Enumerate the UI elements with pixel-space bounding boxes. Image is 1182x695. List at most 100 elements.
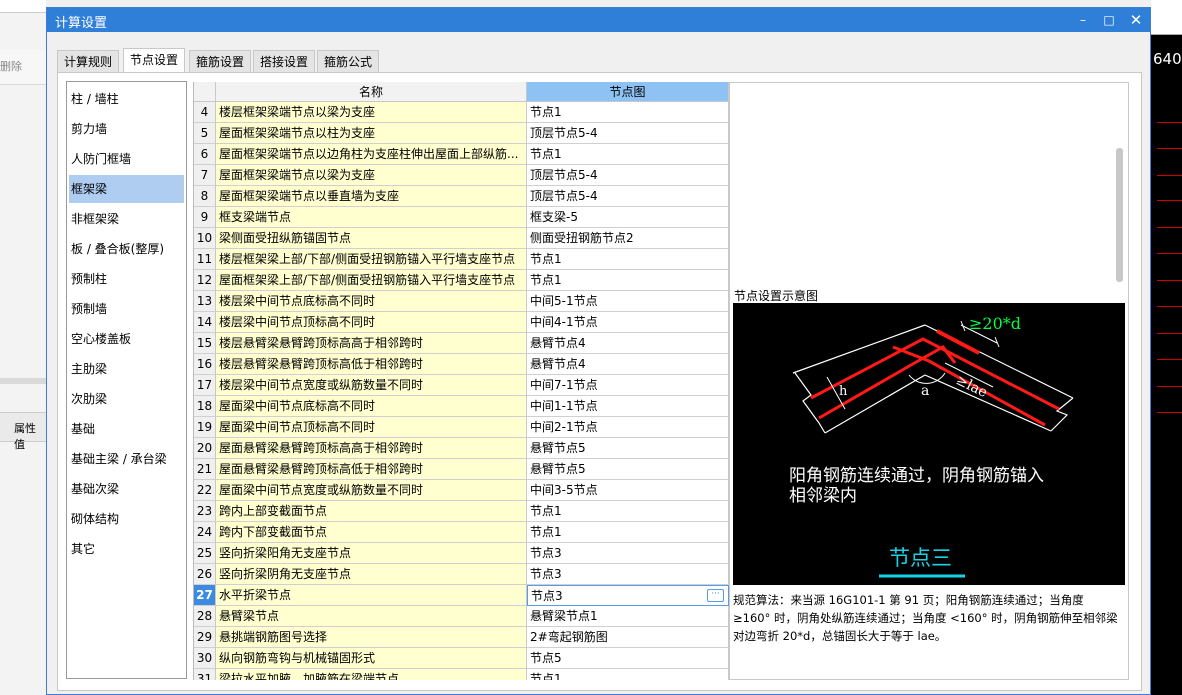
- setting-name-cell: 水平折梁节点: [216, 585, 527, 606]
- node-value-cell[interactable]: 悬臂梁节点1: [527, 606, 729, 627]
- table-row[interactable]: 9 框支梁端节点 框支梁-5: [194, 207, 729, 228]
- table-row[interactable]: 29 悬挑端钢筋图号选择 2#弯起钢筋图: [194, 627, 729, 648]
- node-value-cell[interactable]: 节点1: [527, 270, 729, 291]
- table-row[interactable]: 6 屋面框架梁端节点以边角柱为支座柱伸出屋面上部纵筋... 节点1: [194, 144, 729, 165]
- tab-lap-settings[interactable]: 搭接设置: [253, 50, 316, 72]
- node-value-cell[interactable]: 中间7-1节点: [527, 375, 729, 396]
- table-row[interactable]: 24 跨内下部变截面节点 节点1: [194, 522, 729, 543]
- table-row[interactable]: 28 悬臂梁节点 悬臂梁节点1: [194, 606, 729, 627]
- row-number: 23: [194, 501, 216, 522]
- sidebar-item[interactable]: 框架梁: [69, 175, 184, 203]
- sidebar-item[interactable]: 次肋梁: [69, 385, 184, 413]
- column-header-name[interactable]: 名称: [216, 82, 527, 102]
- node-value-text: 节点1: [530, 672, 562, 680]
- node-value-cell[interactable]: 中间5-1节点: [527, 291, 729, 312]
- node-value-cell[interactable]: 中间4-1节点: [527, 312, 729, 333]
- node-value-cell[interactable]: 顶层节点5-4: [527, 123, 729, 144]
- node-value-cell[interactable]: 悬臂节点4: [527, 333, 729, 354]
- table-row[interactable]: 13 楼层梁中间节点底标高不同时 中间5-1节点: [194, 291, 729, 312]
- table-row[interactable]: 19 屋面梁中间节点顶标高不同时 中间2-1节点: [194, 417, 729, 438]
- node-value-cell[interactable]: 节点5: [527, 648, 729, 669]
- sidebar-item[interactable]: 基础主梁 / 承台梁: [69, 445, 184, 473]
- node-value-cell[interactable]: 侧面受扭钢筋节点2: [527, 228, 729, 249]
- node-value-text: 悬臂节点4: [530, 357, 586, 371]
- node-value-cell[interactable]: 中间3-5节点: [527, 480, 729, 501]
- sidebar-item[interactable]: 预制墙: [69, 295, 184, 323]
- rule-description: 规范算法：来当源 16G101-1 第 91 页；阳角钢筋连续通过；当角度≥16…: [733, 593, 1118, 643]
- sidebar-item[interactable]: 预制柱: [69, 265, 184, 293]
- tab-stirrup-settings[interactable]: 箍筋设置: [189, 50, 252, 72]
- sidebar-item[interactable]: 主肋梁: [69, 355, 184, 383]
- table-row[interactable]: 17 楼层梁中间节点宽度或纵筋数量不同时 中间7-1节点: [194, 375, 729, 396]
- node-value-cell[interactable]: 顶层节点5-4: [527, 186, 729, 207]
- table-row[interactable]: 31 梁拉水平加腋，加腋筋在梁端节点 节点1: [194, 669, 729, 680]
- table-row[interactable]: 30 纵向钢筋弯钩与机械锚固形式 节点5: [194, 648, 729, 669]
- node-value-cell[interactable]: 框支梁-5: [527, 207, 729, 228]
- setting-name-cell: 楼层悬臂梁悬臂跨顶标高低于相邻跨时: [216, 354, 527, 375]
- table-row[interactable]: 27 水平折梁节点 节点3 ···: [194, 585, 729, 606]
- node-value-cell[interactable]: 悬臂节点4: [527, 354, 729, 375]
- table-row[interactable]: 4 楼层框架梁端节点以梁为支座 节点1: [194, 102, 729, 123]
- table-row[interactable]: 22 屋面梁中间节点宽度或纵筋数量不同时 中间3-5节点: [194, 480, 729, 501]
- table-row[interactable]: 11 楼层框架梁上部/下部/侧面受扭钢筋锚入平行墙支座节点 节点1: [194, 249, 729, 270]
- node-value-cell[interactable]: 节点3: [527, 543, 729, 564]
- node-value-cell[interactable]: 节点3: [527, 564, 729, 585]
- table-row[interactable]: 25 竖向折梁阳角无支座节点 节点3: [194, 543, 729, 564]
- sidebar-item[interactable]: 空心楼盖板: [69, 325, 184, 353]
- table-row[interactable]: 12 屋面框架梁上部/下部/侧面受扭钢筋锚入平行墙支座节点 节点1: [194, 270, 729, 291]
- table-row[interactable]: 10 梁侧面受扭纵筋锚固节点 侧面受扭钢筋节点2: [194, 228, 729, 249]
- sidebar-item[interactable]: 柱 / 墙柱: [69, 85, 184, 113]
- sidebar-item[interactable]: 非框架梁: [69, 205, 184, 233]
- node-value-text: 节点5: [530, 651, 562, 665]
- sidebar-item[interactable]: 基础次梁: [69, 475, 184, 503]
- sidebar-item[interactable]: 基础: [69, 415, 184, 443]
- table-row[interactable]: 26 竖向折梁阴角无支座节点 节点3: [194, 564, 729, 585]
- node-value-cell[interactable]: 节点1: [527, 102, 729, 123]
- node-value-cell[interactable]: 中间1-1节点: [527, 396, 729, 417]
- table-row[interactable]: 16 楼层悬臂梁悬臂跨顶标高低于相邻跨时 悬臂节点4: [194, 354, 729, 375]
- node-value-cell[interactable]: 节点1: [527, 501, 729, 522]
- table-row[interactable]: 15 楼层悬臂梁悬臂跨顶标高高于相邻跨时 悬臂节点4: [194, 333, 729, 354]
- node-value-cell[interactable]: 中间2-1节点: [527, 417, 729, 438]
- node-value-text: 中间5-1节点: [530, 294, 598, 308]
- maximize-icon[interactable]: □: [1098, 10, 1120, 30]
- node-name-label: 节点三: [889, 546, 952, 570]
- table-row[interactable]: 14 楼层梁中间节点顶标高不同时 中间4-1节点: [194, 312, 729, 333]
- tab-stirrup-formula[interactable]: 箍筋公式: [317, 50, 380, 72]
- tab-calc-rules[interactable]: 计算规则: [57, 50, 120, 72]
- row-number: 18: [194, 396, 216, 417]
- node-value-cell[interactable]: 顶层节点5-4: [527, 165, 729, 186]
- sidebar-item[interactable]: 剪力墙: [69, 115, 184, 143]
- node-value-cell[interactable]: 节点1: [527, 249, 729, 270]
- diagram-caption-line2: 相邻梁内: [789, 486, 857, 506]
- sidebar-item[interactable]: 其它: [69, 535, 184, 563]
- sidebar-item[interactable]: 人防门框墙: [69, 145, 184, 173]
- table-row[interactable]: 21 屋面悬臂梁悬臂跨顶标高低于相邻跨时 悬臂节点5: [194, 459, 729, 480]
- table-row[interactable]: 8 屋面框架梁端节点以垂直墙为支座 顶层节点5-4: [194, 186, 729, 207]
- node-value-cell[interactable]: 节点1: [527, 144, 729, 165]
- row-number: 12: [194, 270, 216, 291]
- node-value-cell[interactable]: 悬臂节点5: [527, 438, 729, 459]
- node-value-cell[interactable]: 节点1: [527, 522, 729, 543]
- minimize-icon[interactable]: –: [1072, 10, 1094, 30]
- table-row[interactable]: 5 屋面框架梁端节点以柱为支座 顶层节点5-4: [194, 123, 729, 144]
- table-row[interactable]: 23 跨内上部变截面节点 节点1: [194, 501, 729, 522]
- table-row[interactable]: 20 屋面悬臂梁悬臂跨顶标高高于相邻跨时 悬臂节点5: [194, 438, 729, 459]
- table-row[interactable]: 18 屋面梁中间节点底标高不同时 中间1-1节点: [194, 396, 729, 417]
- node-value-cell[interactable]: 悬臂节点5: [527, 459, 729, 480]
- close-icon[interactable]: ✕: [1125, 10, 1147, 30]
- table-row[interactable]: 7 屋面框架梁端节点以梁为支座 顶层节点5-4: [194, 165, 729, 186]
- preview-scrollbar[interactable]: [1116, 148, 1123, 282]
- row-number: 9: [194, 207, 216, 228]
- setting-name-cell: 屋面悬臂梁悬臂跨顶标高低于相邻跨时: [216, 459, 527, 480]
- sidebar-item[interactable]: 板 / 叠合板(整厚): [69, 235, 184, 263]
- node-value-text: 悬臂节点5: [530, 441, 586, 455]
- column-header-node[interactable]: 节点图: [527, 82, 729, 102]
- tab-node-settings[interactable]: 节点设置: [123, 48, 186, 73]
- node-value-cell[interactable]: 节点3 ···: [527, 585, 729, 606]
- background-app-left: 删除 属性值: [0, 0, 46, 695]
- node-value-cell[interactable]: 2#弯起钢筋图: [527, 627, 729, 648]
- node-value-cell[interactable]: 节点1: [527, 669, 729, 680]
- sidebar-item[interactable]: 砌体结构: [69, 505, 184, 533]
- ellipsis-button[interactable]: ···: [707, 589, 724, 602]
